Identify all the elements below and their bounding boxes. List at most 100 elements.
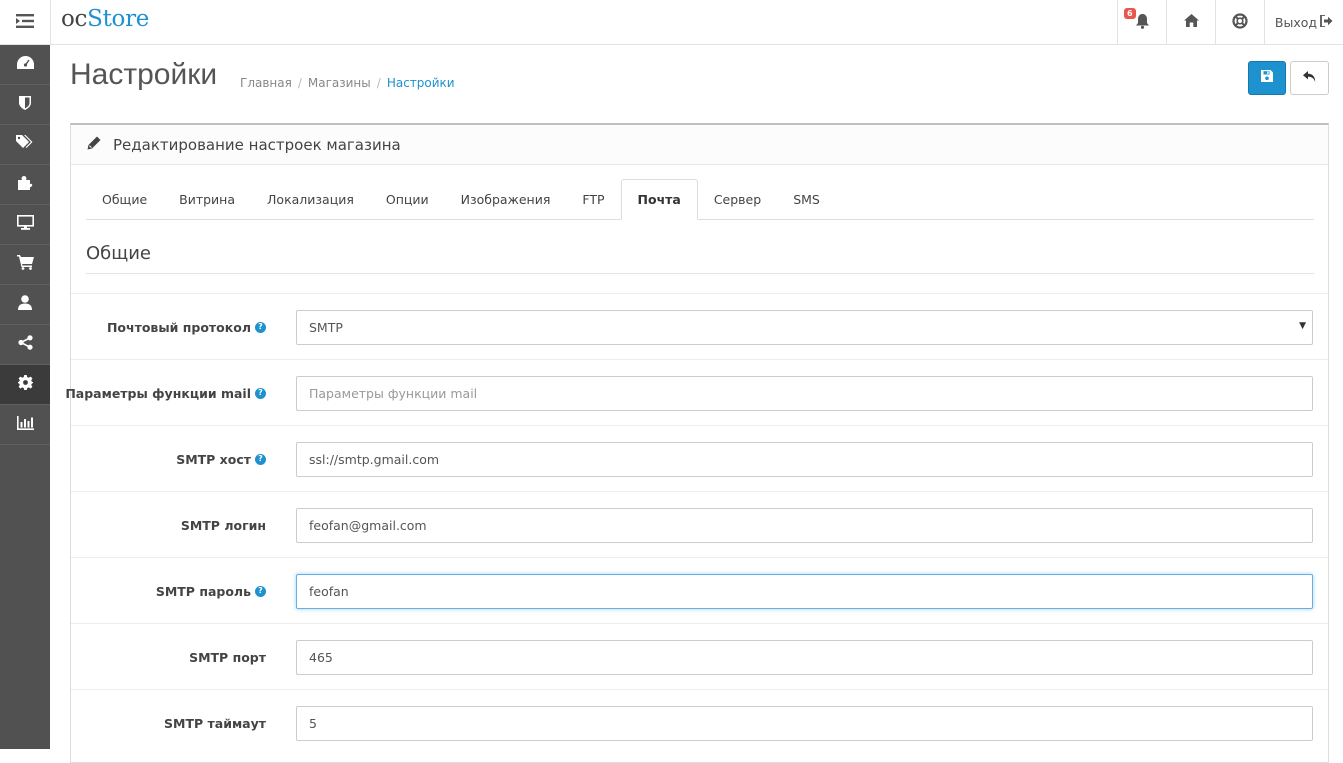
share-icon [17,335,33,354]
breadcrumb: Главная / Магазины / Настройки [240,76,455,90]
breadcrumb-stores[interactable]: Магазины [308,76,371,90]
field-label: SMTP логин [181,492,266,558]
sidebar-item-sales[interactable] [0,245,50,285]
reply-icon [1303,70,1316,86]
help-icon[interactable]: ? [255,321,266,333]
desktop-icon [16,215,34,234]
pencil-icon [87,136,101,154]
dashboard-icon [16,56,34,73]
logo-store: Store [87,6,150,32]
smtp-timeout-label: SMTP таймаут [164,715,266,731]
brand-logo[interactable]: ocStore [61,6,149,32]
gear-icon [17,375,33,394]
cart-icon [16,255,34,274]
smtp-password-value: feofan [309,584,349,599]
menu-toggle-button[interactable] [0,0,51,45]
panel-heading: Редактирование настроек магазина [71,125,1328,165]
mail-protocol-label: Почтовый протокол [106,319,251,335]
lifebuoy-icon [1232,12,1248,33]
tab-general[interactable]: Общие [86,179,163,219]
tab-sms[interactable]: SMS [777,179,836,219]
tab-localization[interactable]: Локализация [251,179,370,219]
mail-parameters-placeholder: Параметры функции mail [309,386,478,401]
smtp-password-input[interactable]: feofan [296,574,1313,609]
page-title: Настройки [70,58,218,91]
mail-protocol-value: SMTP [309,320,343,335]
top-header: ocStore 6 Выход [0,0,1343,45]
mail-parameters-label: Параметры функции mail [65,385,251,401]
menu-toggle-icon [16,13,34,32]
home-icon [1183,14,1199,31]
settings-tabs: Общие Витрина Локализация Опции Изображе… [86,179,1314,220]
mail-parameters-input[interactable]: Параметры функции mail [296,376,1313,411]
mail-protocol-select[interactable]: SMTP ▼ [296,310,1313,345]
form-row-smtp-host: SMTP хост ? ssl://smtp.gmail.com [71,425,1328,491]
shield-icon [19,95,31,114]
help-icon[interactable]: ? [255,585,266,597]
smtp-login-input[interactable]: feofan@gmail.com [296,508,1313,543]
sidebar-item-design[interactable] [0,205,50,245]
panel-title: Редактирование настроек магазина [113,135,401,154]
puzzle-icon [17,175,33,195]
form-row-mail-parameters: Параметры функции mail ? Параметры функц… [65,359,1328,425]
bar-chart-icon [16,415,34,434]
form-row-mail-protocol: Почтовый протокол ? SMTP ▼ [71,293,1328,359]
user-icon [18,295,32,314]
smtp-timeout-value: 5 [309,716,317,731]
field-label: SMTP хост ? [176,426,266,492]
breadcrumb-home[interactable]: Главная [240,76,292,90]
sidebar-item-catalog[interactable] [0,85,50,125]
sidebar-item-marketing[interactable] [0,325,50,365]
logout-button[interactable]: Выход [1264,0,1343,45]
sign-out-icon [1320,14,1333,30]
sidebar-item-dashboard[interactable] [0,45,50,85]
smtp-port-input[interactable]: 465 [296,640,1313,675]
form-row-smtp-timeout: SMTP таймаут 5 [71,689,1328,755]
sidebar [0,45,50,749]
smtp-port-value: 465 [309,650,333,665]
tab-options[interactable]: Опции [370,179,445,219]
breadcrumb-separator: / [297,76,302,90]
tab-ftp[interactable]: FTP [566,179,620,219]
tab-server[interactable]: Сервер [698,179,777,219]
smtp-host-input[interactable]: ssl://smtp.gmail.com [296,442,1313,477]
notification-badge: 6 [1124,8,1136,19]
logo-oc: oc [61,6,88,32]
logout-label: Выход [1274,15,1318,30]
form-row-smtp-port: SMTP порт 465 [71,623,1328,689]
smtp-timeout-input[interactable]: 5 [296,706,1313,741]
form-row-smtp-login: SMTP логин feofan@gmail.com [71,491,1328,557]
section-legend: Общие [86,243,1314,274]
smtp-port-label: SMTP порт [189,649,266,665]
tab-mail[interactable]: Почта [620,179,698,220]
tab-storefront[interactable]: Витрина [163,179,251,219]
sidebar-item-settings[interactable] [0,365,50,405]
sidebar-item-customers[interactable] [0,285,50,325]
breadcrumb-settings[interactable]: Настройки [387,76,455,90]
smtp-host-value: ssl://smtp.gmail.com [309,452,440,467]
back-button[interactable] [1290,61,1329,95]
settings-panel: Редактирование настроек магазина Общие В… [65,123,1329,763]
bell-icon [1135,13,1150,33]
sidebar-item-reports[interactable] [0,405,50,445]
notifications-button[interactable]: 6 [1117,0,1166,45]
sidebar-item-tags[interactable] [0,125,50,165]
smtp-password-label: SMTP пароль [155,583,251,599]
support-button[interactable] [1215,0,1264,45]
caret-down-icon: ▼ [1299,321,1306,331]
smtp-host-label: SMTP хост [176,451,251,467]
field-label: Почтовый протокол ? [107,294,266,360]
field-label: SMTP пароль ? [156,558,266,624]
help-icon[interactable]: ? [255,387,266,399]
save-icon [1261,70,1273,86]
tab-images[interactable]: Изображения [445,179,567,219]
smtp-login-value: feofan@gmail.com [309,518,427,533]
help-icon[interactable]: ? [255,453,266,465]
save-button[interactable] [1248,61,1286,95]
form-row-smtp-password: SMTP пароль ? feofan [71,557,1328,623]
breadcrumb-separator: / [376,76,381,90]
field-label: SMTP порт [189,624,266,690]
home-button[interactable] [1166,0,1215,45]
sidebar-item-extensions[interactable] [0,165,50,205]
field-label: SMTP таймаут [164,690,266,756]
